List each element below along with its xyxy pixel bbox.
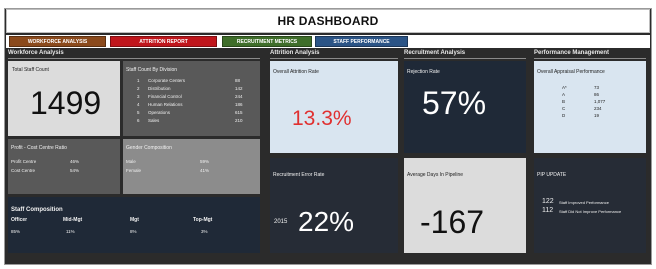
gender-panel: Gender Composition Male 59% Female 41%	[123, 139, 260, 194]
divider	[534, 58, 646, 59]
grade-label: C	[562, 106, 566, 111]
total-staff-label: Total Staff Count	[12, 67, 49, 73]
gender-row-name: Male	[126, 159, 136, 164]
grade-label: B	[562, 99, 566, 104]
division-value: 210	[235, 118, 243, 123]
rejection-rate-value: 57%	[422, 85, 487, 121]
pip-desc: Staff Improved Performance	[559, 200, 609, 205]
staff-composition-label: Staff Composition	[11, 207, 63, 213]
gender-label: Gender Composition	[126, 145, 172, 151]
composition-value: 8%	[130, 229, 137, 234]
gender-row-value: 41%	[200, 168, 210, 173]
section-header-recruitment: Recruitment Analysis	[404, 50, 466, 56]
total-staff-value: 1499	[30, 85, 102, 121]
pip-value: 122	[542, 198, 554, 205]
section-header-performance: Performance Management	[534, 50, 610, 56]
division-value: 186	[235, 102, 243, 107]
grade-value: 234	[594, 106, 602, 111]
division-name: Sales	[148, 118, 160, 123]
division-name: Distribution	[148, 86, 171, 91]
division-name: Financial Control	[148, 94, 182, 99]
divider	[404, 58, 526, 59]
grade-label: A	[562, 92, 566, 97]
section-header-attrition: Attrition Analysis	[270, 50, 320, 56]
composition-name: Mid-Mgt	[63, 217, 83, 223]
division-name: Human Relations	[148, 102, 183, 107]
attrition-rate-label: Overall Attrition Rate	[273, 69, 319, 75]
tab-staff-performance[interactable]: STAFF PERFORMANCE	[315, 36, 408, 47]
division-num: 6	[137, 118, 140, 123]
appraisal-panel: Overall Appraisal Performance A* 73 A 86…	[534, 61, 646, 153]
division-value: 244	[235, 94, 243, 99]
profit-row-name: Cost Centre	[11, 168, 36, 173]
recruitment-error-year: 2015	[274, 219, 288, 225]
recruitment-error-label: Recruitment Error Rate	[273, 172, 325, 178]
profit-row-value: 46%	[70, 159, 80, 164]
page-title: HR DASHBOARD	[277, 14, 379, 28]
grade-value: 1,077	[594, 99, 606, 104]
pip-panel: PIP UPDATE 122 Staff Improved Performanc…	[534, 158, 646, 253]
composition-name: Officer	[11, 217, 28, 223]
appraisal-label: Overall Appraisal Performance	[537, 69, 605, 75]
section-header-workforce: Workforce Analysis	[8, 50, 64, 56]
profit-row-value: 54%	[70, 168, 80, 173]
tab-strip: WORKFORCE ANALYSIS ATTRITION REPORT RECR…	[6, 35, 650, 48]
recruitment-error-panel: Recruitment Error Rate 2015 22%	[270, 158, 398, 253]
composition-value: 11%	[66, 229, 75, 234]
division-name: Operations	[148, 110, 171, 115]
grade-label: A*	[562, 85, 567, 90]
tab-workforce-analysis[interactable]: WORKFORCE ANALYSIS	[9, 36, 106, 47]
profit-cost-label: Profit - Cost Centre Ratio	[11, 145, 67, 151]
pipeline-label: Average Days In Pipeline	[407, 172, 464, 178]
grade-value: 19	[594, 113, 600, 118]
pipeline-panel: Average Days In Pipeline -167	[404, 158, 526, 253]
division-panel: Staff Count By Division 1 Corporate Cent…	[123, 61, 260, 136]
recruitment-error-value: 22%	[298, 206, 355, 237]
attrition-rate-panel: Overall Attrition Rate 13.3%	[270, 61, 398, 153]
divider	[270, 58, 398, 59]
total-staff-panel: Total Staff Count 1499	[8, 61, 120, 136]
gender-row-value: 59%	[200, 159, 210, 164]
attrition-rate-value: 13.3%	[292, 107, 352, 130]
composition-value: 85%	[11, 229, 21, 234]
composition-name: Mgt	[130, 217, 139, 223]
rejection-rate-label: Rejection Rate	[407, 69, 440, 75]
division-value: 615	[235, 110, 243, 115]
division-name: Corporate Centers	[148, 78, 186, 83]
grade-value: 73	[594, 85, 600, 90]
division-num: 3	[137, 94, 140, 99]
grade-label: D	[562, 113, 566, 118]
gender-row-name: Female	[126, 168, 142, 173]
division-num: 1	[137, 78, 140, 83]
composition-value: 3%	[201, 229, 208, 234]
division-num: 4	[137, 102, 140, 107]
tab-attrition-report[interactable]: ATTRITION REPORT	[110, 36, 217, 47]
pip-desc: Staff Did Not Improve Performance	[559, 209, 622, 214]
division-label: Staff Count By Division	[126, 67, 178, 73]
grade-value: 86	[594, 92, 600, 97]
staff-composition-panel: Staff Composition Officer 85% Mid-Mgt 11…	[8, 197, 260, 253]
composition-name: Top-Mgt	[193, 217, 213, 223]
division-num: 2	[137, 86, 140, 91]
profit-cost-panel: Profit - Cost Centre Ratio Profit Centre…	[8, 139, 120, 194]
division-num: 5	[137, 110, 140, 115]
divider	[8, 58, 260, 59]
tab-recruitment-metrics[interactable]: RECRUITMENT METRICS	[222, 36, 312, 47]
rejection-rate-panel: Rejection Rate 57%	[404, 61, 526, 153]
pip-label: PIP UPDATE	[537, 172, 567, 178]
division-value: 142	[235, 86, 243, 91]
title-bar: HR DASHBOARD	[6, 9, 650, 33]
division-value: 88	[235, 78, 241, 83]
pip-value: 112	[542, 207, 554, 214]
profit-row-name: Profit Centre	[11, 159, 37, 164]
pipeline-value: -167	[420, 204, 485, 240]
